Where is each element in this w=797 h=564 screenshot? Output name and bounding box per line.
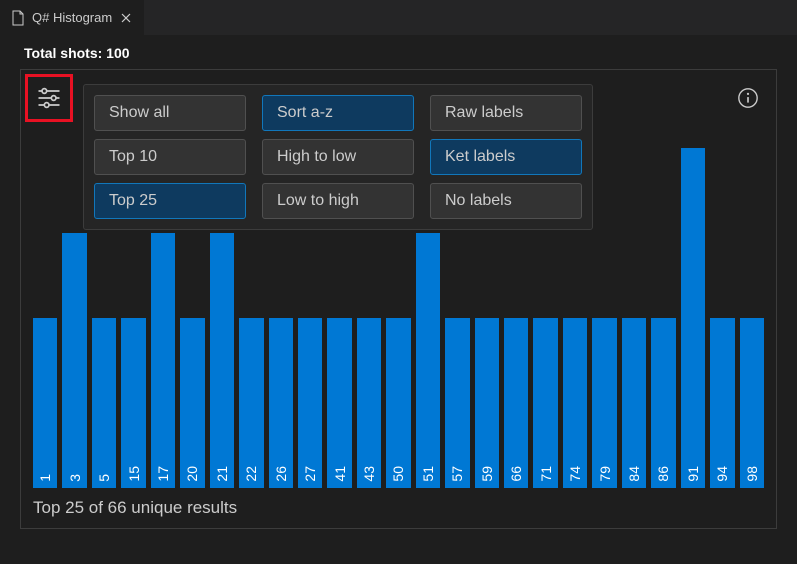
bar-label: 79: [597, 466, 613, 482]
bar-label: 51: [420, 466, 436, 482]
bar[interactable]: 1: [33, 318, 57, 488]
filter-show-all[interactable]: Show all: [94, 95, 246, 131]
bar-label: 59: [479, 466, 495, 482]
bar-label: 26: [273, 466, 289, 482]
bar-label: 66: [508, 466, 524, 482]
bar-label: 17: [155, 466, 171, 482]
bar-label: 3: [67, 474, 83, 482]
bar[interactable]: 22: [239, 318, 263, 488]
bar-label: 74: [567, 466, 583, 482]
histogram-container: Show all Top 10 Top 25 Sort a-z High to …: [20, 69, 777, 529]
filter-panel: Show all Top 10 Top 25 Sort a-z High to …: [83, 84, 593, 230]
filter-ket-labels[interactable]: Ket labels: [430, 139, 582, 175]
bar-label: 84: [626, 466, 642, 482]
bar[interactable]: 50: [386, 318, 410, 488]
filter-top-10[interactable]: Top 10: [94, 139, 246, 175]
bar-label: 22: [243, 466, 259, 482]
bar-label: 1: [37, 474, 53, 482]
total-shots-label: Total shots: 100: [24, 45, 777, 61]
footer-summary: Top 25 of 66 unique results: [33, 498, 237, 518]
bar-label: 20: [184, 466, 200, 482]
bar[interactable]: 84: [622, 318, 646, 488]
bar-label: 57: [449, 466, 465, 482]
filter-column-sort: Sort a-z High to low Low to high: [262, 95, 414, 219]
bar-label: 71: [538, 466, 554, 482]
close-icon[interactable]: [118, 10, 134, 26]
info-icon: [737, 87, 759, 109]
tab-bar: Q# Histogram: [0, 0, 797, 35]
bar[interactable]: 91: [681, 148, 705, 488]
filter-no-labels[interactable]: No labels: [430, 183, 582, 219]
bar[interactable]: 15: [121, 318, 145, 488]
filter-top-25[interactable]: Top 25: [94, 183, 246, 219]
bar[interactable]: 5: [92, 318, 116, 488]
bar[interactable]: 66: [504, 318, 528, 488]
bar[interactable]: 3: [62, 233, 86, 488]
filter-sort-az[interactable]: Sort a-z: [262, 95, 414, 131]
bar-label: 91: [685, 466, 701, 482]
bar[interactable]: 57: [445, 318, 469, 488]
content: Total shots: 100 Show all: [0, 35, 797, 539]
tab-qsharp-histogram[interactable]: Q# Histogram: [0, 0, 145, 35]
bar[interactable]: 20: [180, 318, 204, 488]
bar[interactable]: 94: [710, 318, 734, 488]
bar[interactable]: 71: [533, 318, 557, 488]
bar[interactable]: 74: [563, 318, 587, 488]
bar[interactable]: 21: [210, 233, 234, 488]
tab-title: Q# Histogram: [32, 10, 112, 25]
bar-label: 27: [302, 466, 318, 482]
filter-column-show: Show all Top 10 Top 25: [94, 95, 246, 219]
bar-label: 41: [332, 466, 348, 482]
bar[interactable]: 43: [357, 318, 381, 488]
bar[interactable]: 59: [475, 318, 499, 488]
bar[interactable]: 27: [298, 318, 322, 488]
filter-high-low[interactable]: High to low: [262, 139, 414, 175]
bar-label: 21: [214, 466, 230, 482]
filter-low-high[interactable]: Low to high: [262, 183, 414, 219]
settings-button[interactable]: [31, 78, 67, 118]
bar[interactable]: 79: [592, 318, 616, 488]
bar[interactable]: 17: [151, 233, 175, 488]
bar[interactable]: 86: [651, 318, 675, 488]
filter-column-labels: Raw labels Ket labels No labels: [430, 95, 582, 219]
bar[interactable]: 98: [740, 318, 764, 488]
filter-raw-labels[interactable]: Raw labels: [430, 95, 582, 131]
file-icon: [10, 10, 26, 26]
bar[interactable]: 51: [416, 233, 440, 488]
bar-label: 86: [655, 466, 671, 482]
sliders-icon: [35, 84, 63, 112]
bar-label: 15: [126, 466, 142, 482]
bar[interactable]: 26: [269, 318, 293, 488]
bar-label: 5: [96, 474, 112, 482]
bar[interactable]: 41: [327, 318, 351, 488]
info-button[interactable]: [736, 86, 760, 110]
bar-label: 98: [744, 466, 760, 482]
bar-label: 50: [390, 466, 406, 482]
bar-label: 94: [714, 466, 730, 482]
bar-label: 43: [361, 466, 377, 482]
